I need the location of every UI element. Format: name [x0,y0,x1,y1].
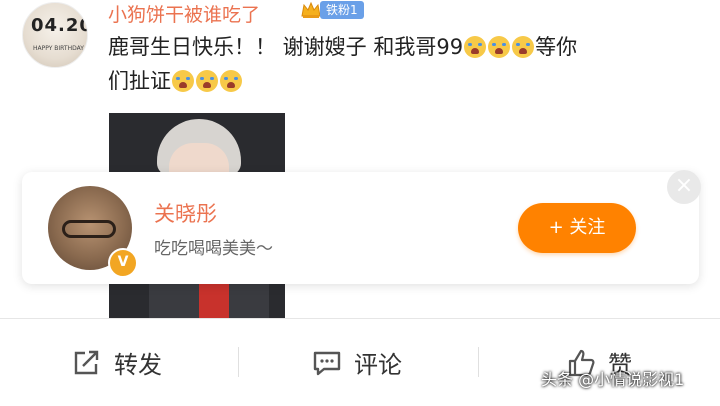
divider [238,347,239,377]
verified-icon: V [108,248,138,278]
card-description: 吃吃喝喝美美～ [154,239,273,259]
fan-badge-label: 铁粉1 [320,1,364,19]
card-username[interactable]: 关晓彤 [154,198,217,228]
like-button[interactable]: 赞 [566,319,632,406]
repost-label: 转发 [114,351,162,379]
crying-emoji-icon [196,70,218,92]
avatar-text: 04.20 [31,15,88,36]
user-popup-card: × V 关晓彤 吃吃喝喝美美～ + 关注 [22,170,701,284]
comment-label: 评论 [354,351,402,379]
post-text-line2: 们扯证 [108,69,171,93]
poster-avatar[interactable]: 04.20 HAPPY BIRTHDAY [22,2,88,68]
repost-button[interactable]: 转发 [72,319,162,406]
post-text-line1: 鹿哥生日快乐！！ 谢谢嫂子 和我哥99 [108,35,464,59]
post-text-line1-tail: 等你 [535,35,578,59]
crying-emoji-icon [488,36,511,58]
watermark: 头条 @小情说影视1 [541,370,685,389]
post-text: 鹿哥生日快乐！！ 谢谢嫂子 和我哥99 等你 们扯证 [108,30,668,98]
crying-emoji-icon [220,70,242,92]
crying-emoji-icon [464,36,487,58]
close-icon[interactable]: × [667,170,701,204]
action-bar: 转发 评论 赞 [0,318,720,406]
crying-emoji-icon [172,70,194,92]
divider [478,347,479,377]
comment-button[interactable]: 评论 [312,319,402,406]
avatar-glasses [62,220,116,238]
comment-icon [313,351,341,375]
avatar-caption: HAPPY BIRTHDAY [33,45,84,52]
crown-icon [301,1,321,18]
repost-icon [74,350,99,374]
poster-username[interactable]: 小狗饼干被谁吃了 [108,0,260,27]
follow-button[interactable]: + 关注 [518,203,636,253]
fan-badge[interactable]: 铁粉1 [300,0,364,20]
crying-emoji-icon [512,36,535,58]
photo-red-detail [199,283,229,318]
